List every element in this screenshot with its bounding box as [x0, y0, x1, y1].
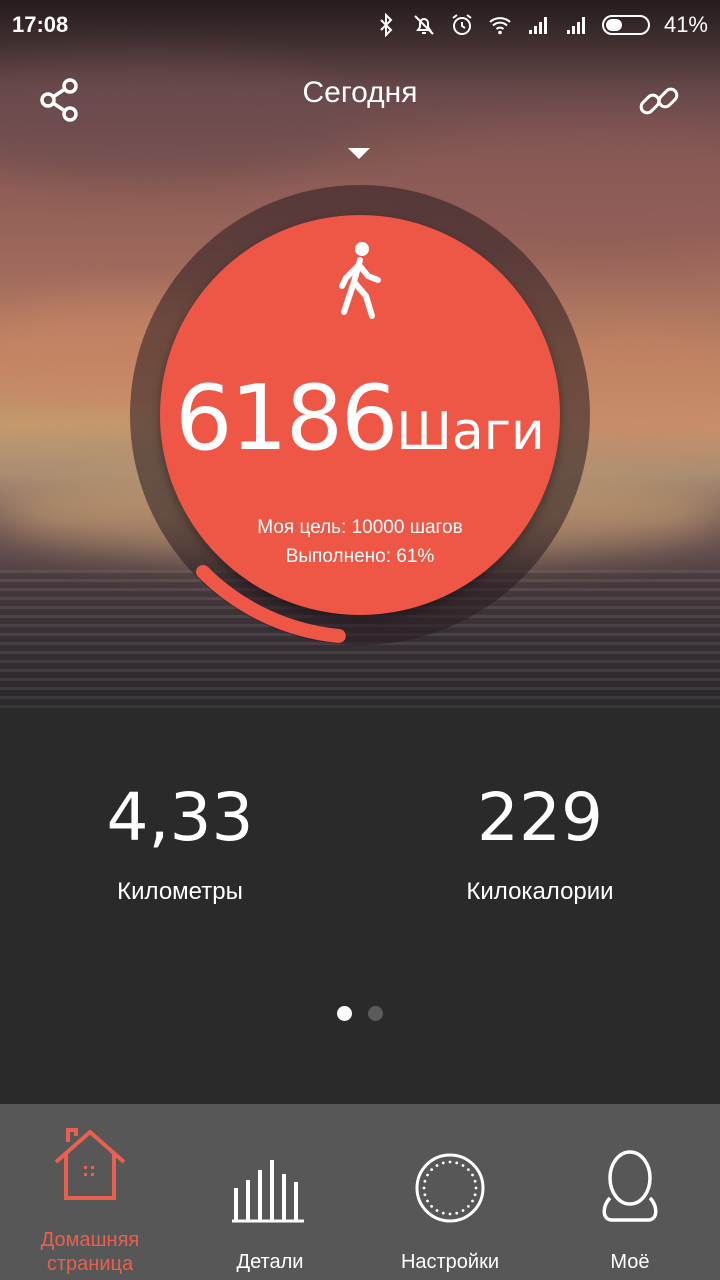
bottom-nav: Домашняя страница Детали Настройки Моё: [0, 1104, 720, 1280]
walking-person-icon: [339, 242, 381, 319]
nav-label-profile: Моё: [610, 1251, 650, 1273]
dial-dot: [430, 1204, 434, 1208]
calories-stat: 229 Килокалории: [390, 778, 690, 906]
nav-item-settings[interactable]: Настройки: [360, 1104, 540, 1280]
dial-dot: [466, 1204, 470, 1208]
steps-count: 6186Шаги: [160, 366, 560, 471]
home-icon: [54, 1128, 126, 1200]
page-dot-1[interactable]: [337, 1006, 352, 1021]
nav-label-settings: Настройки: [400, 1251, 500, 1273]
nav-item-home[interactable]: Домашняя страница: [0, 1104, 180, 1280]
dial-dot: [435, 1209, 439, 1212]
dial-dot: [426, 1199, 429, 1203]
signal-icon-2: [566, 17, 585, 34]
dial-dot: [422, 1186, 426, 1190]
battery-level: [605, 19, 623, 31]
dial-dot: [455, 1161, 459, 1165]
dial-dot: [473, 1179, 477, 1183]
profile-icon: [602, 1150, 658, 1222]
dial-dot: [435, 1164, 439, 1167]
alarm-icon: [452, 14, 472, 35]
dial-dot: [423, 1179, 427, 1183]
nav-label-details: Детали: [236, 1251, 304, 1273]
chevron-down-icon[interactable]: [348, 148, 370, 159]
completed-text: Выполнено: 61%: [285, 546, 435, 567]
nav-label-home-line1: Домашняя: [40, 1229, 140, 1251]
dial-dot: [423, 1193, 427, 1197]
stats-panel[interactable]: 4,33 Километры 229 Килокалории: [0, 708, 720, 1104]
dial-dot: [461, 1164, 465, 1167]
distance-label: Километры: [117, 878, 243, 905]
dial-dot: [473, 1193, 477, 1197]
mute-bell-icon: [414, 15, 434, 35]
steps-value: 6186: [175, 366, 398, 471]
wifi-icon: [489, 17, 511, 35]
calories-label: Килокалории: [466, 878, 614, 905]
signal-icon: [528, 17, 547, 34]
distance-value: 4,33: [106, 779, 254, 856]
goal-info: Моя цель: 10000 шагов Выполнено: 61%: [160, 513, 560, 571]
dial-dot: [430, 1168, 434, 1172]
dial-dot: [448, 1160, 452, 1164]
dial-dot: [474, 1186, 478, 1190]
nav-label-home: Домашняя страница: [0, 1228, 180, 1276]
nav-item-profile[interactable]: Моё: [540, 1104, 720, 1280]
status-time: 17:08: [12, 12, 69, 37]
dial-dot: [471, 1173, 474, 1177]
dial-dot: [441, 1161, 445, 1165]
settings-dial-icon: [415, 1153, 485, 1223]
steps-unit: Шаги: [396, 402, 545, 462]
nav-label-home-line2: страница: [46, 1253, 134, 1275]
distance-stat: 4,33 Километры: [30, 778, 330, 906]
link-icon[interactable]: [638, 80, 680, 122]
date-selector-title[interactable]: Сегодня: [0, 76, 720, 110]
dial-dot: [466, 1168, 470, 1172]
dial-dot: [471, 1199, 474, 1203]
dial-dot: [455, 1211, 459, 1215]
nav-item-details[interactable]: Детали: [180, 1104, 360, 1280]
goal-text: Моя цель: 10000 шагов: [257, 517, 463, 538]
dial-dot: [441, 1211, 445, 1215]
bar-chart-icon: [232, 1160, 304, 1223]
dial-dot: [426, 1173, 429, 1177]
calories-value: 229: [477, 779, 603, 856]
battery-percent: 41%: [663, 12, 708, 37]
page-indicator: [0, 1006, 720, 1021]
dial-dot: [448, 1212, 452, 1216]
status-bar: 17:08 41%: [0, 0, 720, 50]
battery-icon: [601, 15, 650, 35]
bluetooth-icon: [380, 13, 393, 37]
page-dot-2[interactable]: [368, 1006, 383, 1021]
dial-dot: [461, 1209, 465, 1212]
